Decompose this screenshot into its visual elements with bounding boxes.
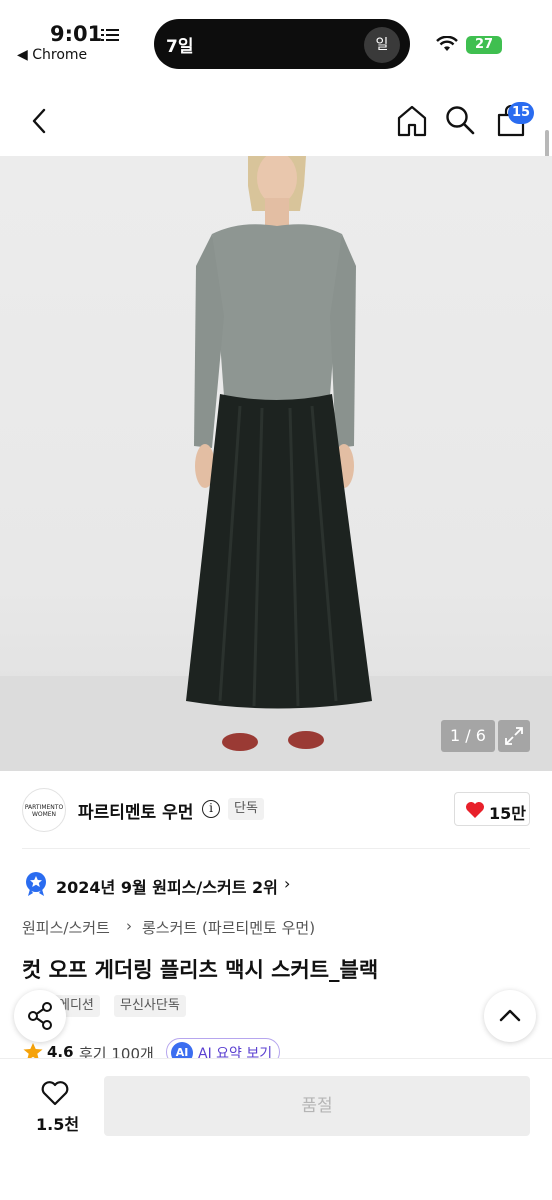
share-button[interactable] <box>14 990 66 1042</box>
brand-logo[interactable]: PARTIMENTO WOMEN <box>22 788 66 832</box>
home-icon[interactable] <box>396 104 428 138</box>
expand-button[interactable] <box>498 720 530 752</box>
share-icon <box>28 1002 52 1030</box>
status-bar: 9:01 ◀ Chrome 7일 일 27 <box>0 0 552 80</box>
product-title: 컷 오프 게더링 플리츠 맥시 스커트_블랙 <box>22 958 379 982</box>
wishlist-count: 1.5천 <box>36 1115 80 1134</box>
brand-name[interactable]: 파르티멘토 우먼 <box>78 798 193 823</box>
brand-like-count: 15만 <box>489 804 526 823</box>
product-image[interactable] <box>0 156 552 771</box>
search-icon[interactable] <box>444 104 476 136</box>
divider <box>22 848 530 849</box>
brand-like-button[interactable]: 15만 <box>454 792 530 826</box>
menu-icon <box>101 29 119 41</box>
breadcrumb-subcategory[interactable]: 롱스커트 (파르티멘토 우먼) <box>142 917 315 938</box>
island-avatar: 일 <box>364 27 400 63</box>
product-tag: 무신사단독 <box>114 995 186 1017</box>
status-time: 9:01 <box>50 22 103 46</box>
buy-button-disabled[interactable]: 품절 <box>104 1076 530 1136</box>
back-to-app[interactable]: ◀ Chrome <box>17 47 87 63</box>
ranking-text[interactable]: 2024년 9월 원피스/스커트 2위 <box>56 874 278 898</box>
wifi-icon <box>436 36 458 51</box>
image-counter: 1 / 6 <box>441 720 495 752</box>
model-illustration <box>0 156 552 771</box>
expand-icon <box>505 727 523 745</box>
wishlist-heart-icon[interactable] <box>40 1080 70 1106</box>
chevron-right-icon[interactable]: › <box>284 874 290 893</box>
breadcrumb-separator: › <box>126 917 132 935</box>
ranking-badge-icon <box>26 872 46 896</box>
back-arrow-icon[interactable] <box>26 106 54 136</box>
chevron-up-icon <box>499 1009 521 1022</box>
brand-logo-text: PARTIMENTO <box>24 804 64 811</box>
info-icon[interactable]: i <box>202 800 220 818</box>
cart-count-badge: 15 <box>508 102 534 124</box>
battery-indicator: 27 <box>466 36 502 54</box>
island-label: 7일 <box>166 37 194 57</box>
dynamic-island: 7일 일 <box>154 19 410 69</box>
exclusive-badge: 단독 <box>228 798 264 820</box>
brand-logo-subtext: WOMEN <box>31 811 57 818</box>
heart-icon <box>466 802 484 818</box>
scroll-top-button[interactable] <box>484 990 536 1042</box>
breadcrumb-category[interactable]: 원피스/스커트 <box>22 917 110 938</box>
